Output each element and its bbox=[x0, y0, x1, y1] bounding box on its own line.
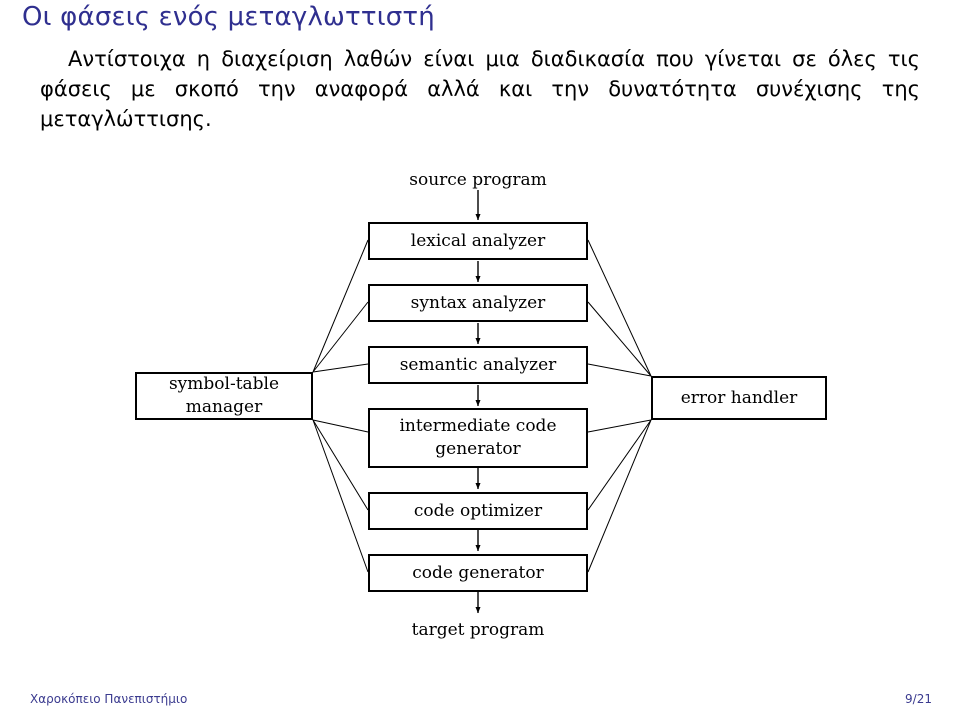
phase-label: intermediate code generator bbox=[399, 416, 557, 459]
phase-label: lexical analyzer bbox=[410, 230, 546, 251]
error-handler-connectors bbox=[587, 239, 652, 573]
phase-label: error handler bbox=[680, 387, 798, 408]
body-paragraph: Αντίστοιχα η διαχείριση λαθών είναι μια … bbox=[40, 47, 920, 131]
symbol-table-connectors bbox=[312, 239, 369, 573]
phase-label: semantic analyzer bbox=[399, 354, 557, 375]
phase-label: code optimizer bbox=[413, 500, 543, 521]
phase-box-lexical-analyzer[interactable]: lexical analyzer bbox=[368, 222, 588, 260]
phase-box-intermediate-code-generator[interactable]: intermediate code generator bbox=[368, 408, 588, 468]
phase-box-semantic-analyzer[interactable]: semantic analyzer bbox=[368, 346, 588, 384]
footer-institution: Χαροκόπειο Πανεπιστήμιο bbox=[30, 692, 188, 706]
phase-label: symbol-table manager bbox=[168, 374, 280, 417]
diagram-input-label: source program bbox=[409, 170, 547, 190]
phase-box-code-generator[interactable]: code generator bbox=[368, 554, 588, 592]
phase-box-symbol-table-manager[interactable]: symbol-table manager bbox=[135, 372, 313, 420]
phase-label: syntax analyzer bbox=[410, 292, 546, 313]
phase-box-syntax-analyzer[interactable]: syntax analyzer bbox=[368, 284, 588, 322]
page-title: Οι φάσεις ενός μεταγλωττιστή bbox=[22, 2, 435, 32]
footer-page-number: 9/21 bbox=[905, 692, 932, 706]
phase-label: code generator bbox=[412, 562, 544, 583]
slide: Οι φάσεις ενός μεταγλωττιστή Αντίστοιχα … bbox=[0, 0, 960, 718]
phase-box-code-optimizer[interactable]: code optimizer bbox=[368, 492, 588, 530]
phase-box-error-handler[interactable]: error handler bbox=[651, 376, 827, 420]
compiler-phases-diagram: source program lexical analyzer syntax a… bbox=[0, 160, 960, 660]
diagram-output-label: target program bbox=[411, 620, 545, 640]
